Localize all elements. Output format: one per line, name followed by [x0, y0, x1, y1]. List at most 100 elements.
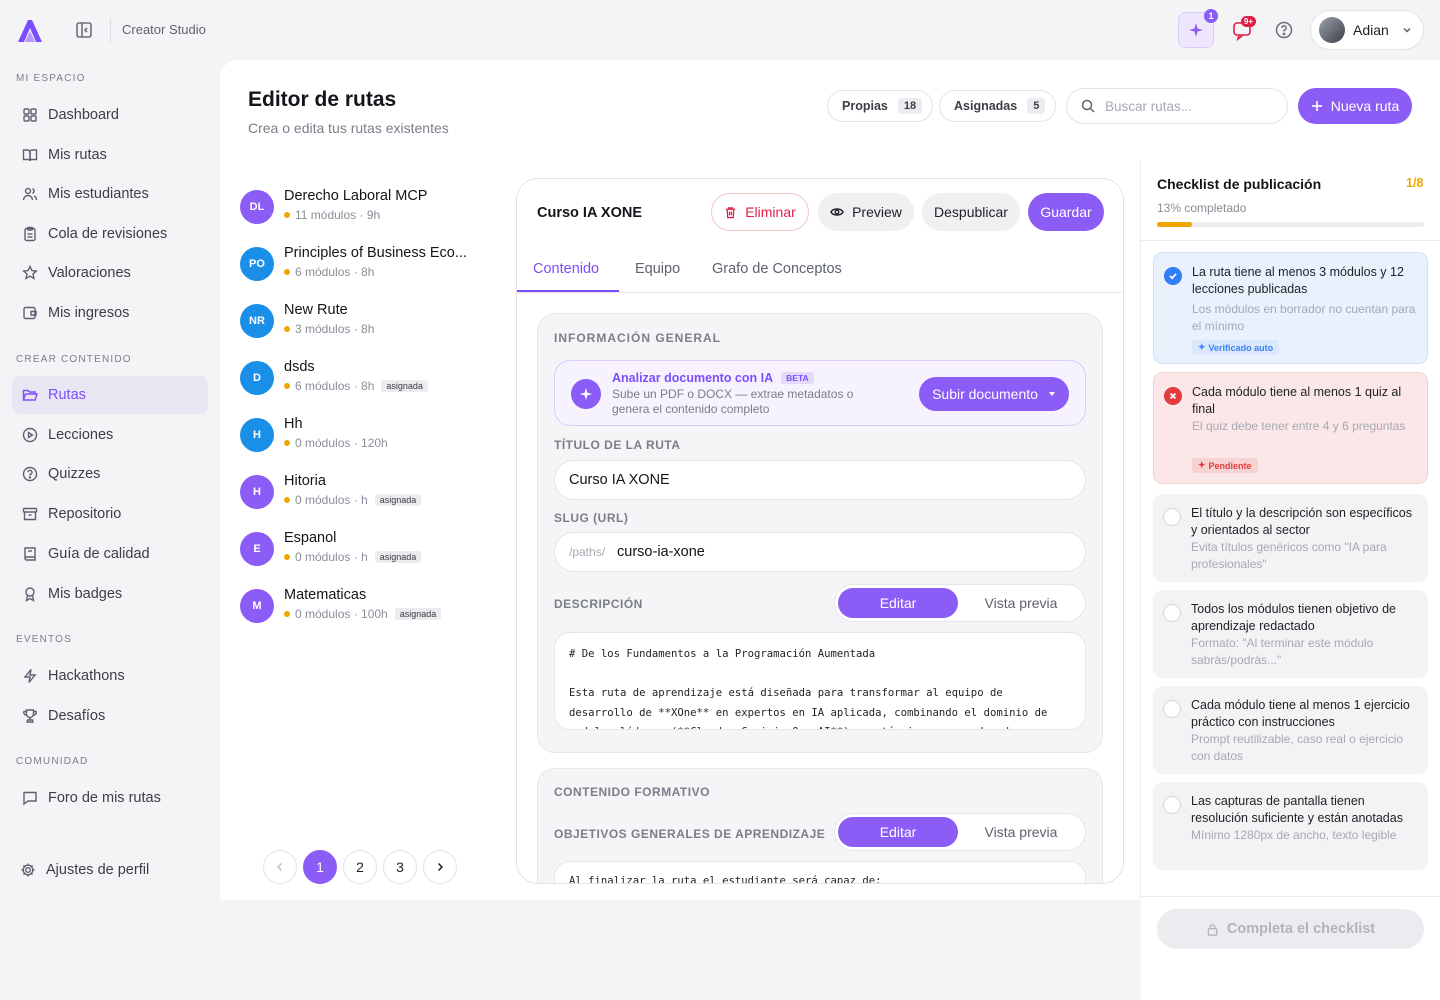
- item-description: Los módulos en borrador no cuentan para …: [1192, 302, 1416, 333]
- complete-checklist-button[interactable]: Completa el checklist: [1157, 909, 1424, 949]
- sidebar-item-dashboard[interactable]: Dashboard: [12, 96, 208, 134]
- beta-badge: BETA: [781, 372, 814, 384]
- sidebar-item-rutas[interactable]: Rutas: [12, 376, 208, 414]
- pagination-next[interactable]: [423, 850, 457, 884]
- empty-circle-icon: [1163, 508, 1181, 526]
- objectives-textarea[interactable]: Al finalizar la ruta el estudiante será …: [554, 861, 1086, 883]
- sidebar: MI ESPACIO Dashboard Mis rutas Mis estud…: [0, 60, 220, 900]
- checklist-item[interactable]: Las capturas de pantalla tienen resoluci…: [1153, 782, 1428, 870]
- delete-button[interactable]: Eliminar: [711, 193, 809, 231]
- sidebar-item-label: Mis badges: [48, 586, 123, 602]
- status-dot: [284, 497, 290, 503]
- sidebar-item-cola-revisiones[interactable]: Cola de revisiones: [12, 215, 208, 253]
- help-button[interactable]: [1270, 16, 1298, 44]
- assigned-tag: asignada: [394, 608, 442, 620]
- route-title: Derecho Laboral MCP: [284, 188, 428, 204]
- preview-mode-button[interactable]: Vista previa: [959, 817, 1083, 847]
- description-textarea[interactable]: # De los Fundamentos a la Programación A…: [554, 632, 1086, 730]
- pagination-prev[interactable]: [263, 850, 297, 884]
- edit-mode-button[interactable]: Editar: [838, 817, 958, 847]
- sidebar-item-foro[interactable]: Foro de mis rutas: [12, 779, 208, 817]
- title-field[interactable]: Curso IA XONE: [554, 460, 1086, 500]
- route-list-item[interactable]: E Espanol 0 módulos · h asignada: [240, 530, 480, 576]
- slug-field[interactable]: /paths/ curso-ia-xone: [554, 532, 1086, 572]
- preview-button[interactable]: Preview: [818, 193, 914, 231]
- edit-mode-button[interactable]: Editar: [838, 588, 958, 618]
- sidebar-item-mis-rutas[interactable]: Mis rutas: [12, 136, 208, 174]
- sidebar-item-label: Mis estudiantes: [48, 186, 149, 202]
- unpublish-button[interactable]: Despublicar: [922, 193, 1020, 231]
- filter-asignadas[interactable]: Asignadas 5: [939, 90, 1057, 122]
- route-avatar: E: [240, 532, 274, 566]
- sidebar-item-valoraciones[interactable]: Valoraciones: [12, 254, 208, 292]
- ai-badge: 1: [1204, 9, 1218, 23]
- checklist-item[interactable]: Cada módulo tiene al menos 1 quiz al fin…: [1153, 372, 1428, 484]
- checklist-item[interactable]: Todos los módulos tienen objetivo de apr…: [1153, 590, 1428, 678]
- ai-assistant-button[interactable]: 1: [1178, 9, 1218, 48]
- search-input[interactable]: [1105, 98, 1275, 114]
- pagination-page[interactable]: 2: [343, 850, 377, 884]
- user-menu[interactable]: Adian: [1310, 10, 1424, 50]
- save-button[interactable]: Guardar: [1028, 193, 1104, 231]
- sidebar-item-mis-estudiantes[interactable]: Mis estudiantes: [12, 175, 208, 213]
- item-title: El título y la descripción son específic…: [1191, 506, 1412, 537]
- folder-open-icon: [22, 387, 38, 403]
- section-label: CONTENIDO FORMATIVO: [554, 785, 710, 799]
- sidebar-item-mis-ingresos[interactable]: Mis ingresos: [12, 294, 208, 332]
- tab-equipo[interactable]: Equipo: [635, 261, 680, 277]
- sidebar-item-repositorio[interactable]: Repositorio: [12, 495, 208, 533]
- slug-value: curso-ia-xone: [617, 544, 705, 560]
- filter-propias[interactable]: Propias 18: [827, 90, 934, 122]
- sidebar-item-quizzes[interactable]: Quizzes: [12, 455, 208, 493]
- zap-icon: [22, 668, 38, 684]
- sidebar-item-hackathons[interactable]: Hackathons: [12, 657, 208, 695]
- checklist-percent: 13% completado: [1157, 201, 1247, 215]
- upload-document-button[interactable]: Subir documento: [919, 377, 1069, 411]
- tab-grafo-conceptos[interactable]: Grafo de Conceptos: [712, 261, 842, 277]
- route-list-item[interactable]: NR New Rute 3 módulos · 8h: [240, 302, 480, 348]
- sidebar-item-lecciones[interactable]: Lecciones: [12, 416, 208, 454]
- sidebar-item-label: Cola de revisiones: [48, 226, 168, 242]
- checklist-item[interactable]: Cada módulo tiene al menos 1 ejercicio p…: [1153, 686, 1428, 774]
- sidebar-item-desafios[interactable]: Desafíos: [12, 697, 208, 735]
- notifications-button[interactable]: 9+: [1226, 14, 1258, 46]
- route-title: Principles of Business Eco...: [284, 245, 467, 261]
- profile-settings-link[interactable]: Ajustes de perfil: [10, 851, 206, 889]
- new-route-label: Nueva ruta: [1330, 98, 1400, 114]
- status-dot: [284, 383, 290, 389]
- notifications-badge: 9+: [1240, 16, 1256, 27]
- route-list-item[interactable]: H Hitoria 0 módulos · h asignada: [240, 473, 480, 519]
- users-icon: [22, 186, 38, 202]
- pagination-page[interactable]: 1: [303, 850, 337, 884]
- tab-contenido[interactable]: Contenido: [533, 261, 599, 277]
- preview-mode-button[interactable]: Vista previa: [959, 588, 1083, 618]
- unpublish-label: Despublicar: [934, 204, 1008, 220]
- sidebar-toggle-icon[interactable]: [74, 20, 94, 40]
- route-list-item[interactable]: PO Principles of Business Eco... 6 módul…: [240, 245, 480, 291]
- checklist-item[interactable]: El título y la descripción son específic…: [1153, 494, 1428, 582]
- route-list-item[interactable]: D dsds 6 módulos · 8h asignada: [240, 359, 480, 405]
- item-title: La ruta tiene al menos 3 módulos y 12 le…: [1192, 265, 1404, 296]
- assigned-tag: asignada: [374, 494, 422, 506]
- star-icon: [22, 265, 38, 281]
- route-list-item[interactable]: M Matematicas 0 módulos · 100h asignada: [240, 587, 480, 633]
- route-title: Hitoria: [284, 473, 326, 489]
- route-avatar: D: [240, 361, 274, 395]
- delete-label: Eliminar: [745, 204, 796, 220]
- page-subtitle: Crea o edita tus rutas existentes: [248, 120, 449, 136]
- checklist-item[interactable]: La ruta tiene al menos 3 módulos y 12 le…: [1153, 252, 1428, 364]
- sidebar-item-mis-badges[interactable]: Mis badges: [12, 575, 208, 613]
- new-route-button[interactable]: Nueva ruta: [1298, 88, 1412, 124]
- pagination-page[interactable]: 3: [383, 850, 417, 884]
- sparkle-icon: ✦: [1198, 342, 1206, 352]
- route-list-item[interactable]: DL Derecho Laboral MCP 11 módulos · 9h: [240, 188, 480, 234]
- brand-logo-icon[interactable]: [14, 16, 46, 44]
- search-box: [1066, 88, 1288, 124]
- item-description: Evita títulos genéricos como "IA para pr…: [1191, 540, 1387, 571]
- sidebar-item-label: Hackathons: [48, 668, 125, 684]
- route-list-item[interactable]: H Hh 0 módulos · 120h: [240, 416, 480, 462]
- sidebar-item-label: Mis ingresos: [48, 305, 130, 321]
- sidebar-item-guia-calidad[interactable]: Guía de calidad: [12, 535, 208, 573]
- route-meta: 0 módulos · 100h: [295, 607, 388, 621]
- status-dot: [284, 611, 290, 617]
